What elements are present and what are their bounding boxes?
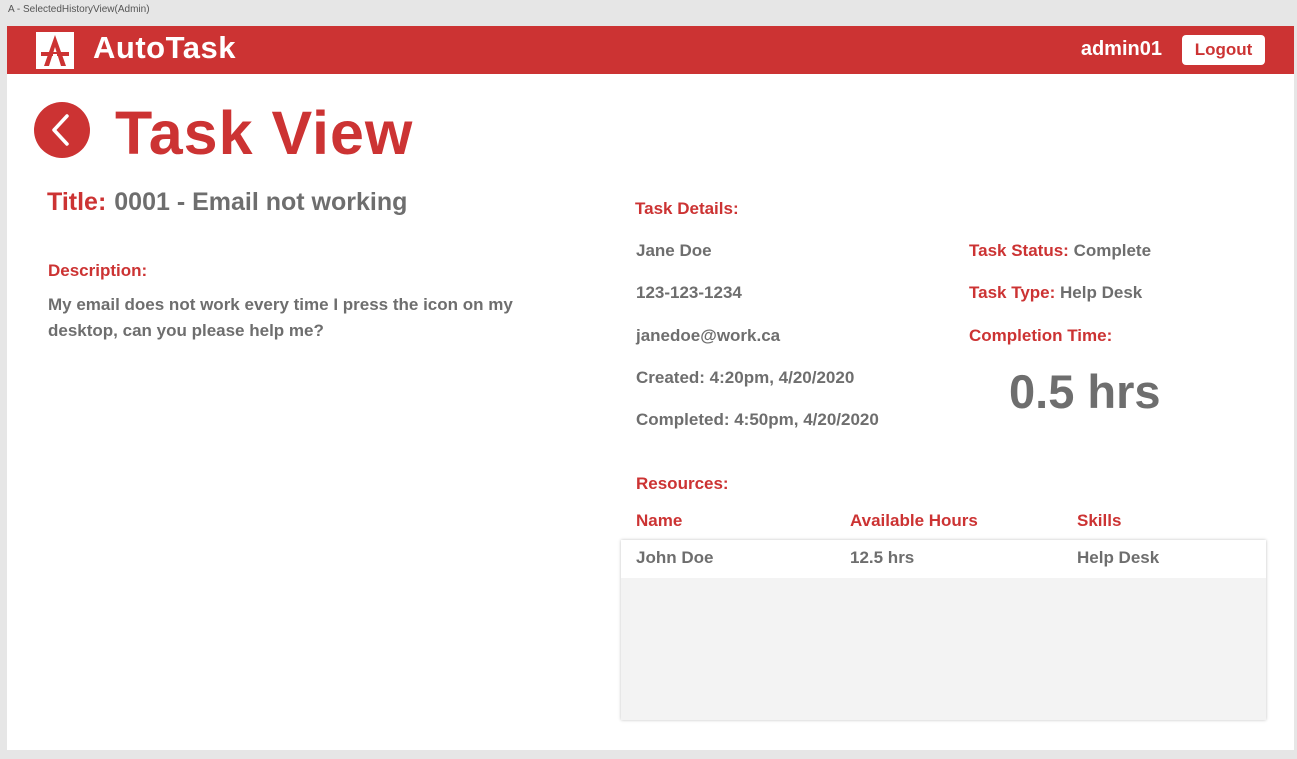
resources-label: Resources: xyxy=(636,474,729,493)
task-title-label: Title: xyxy=(47,188,107,216)
resource-hours-cell: 12.5 hrs xyxy=(850,548,915,567)
page-title: Task View xyxy=(115,99,414,167)
task-status: Task Status: Complete xyxy=(969,241,1151,261)
completion-time-label: Completion Time: xyxy=(969,326,1113,345)
column-header-name: Name xyxy=(636,511,683,530)
requester-name: Jane Doe xyxy=(636,241,712,260)
resources-table[interactable]: John Doe 12.5 hrs Help Desk xyxy=(621,540,1266,720)
requester-phone: 123-123-1234 xyxy=(636,283,742,302)
task-title: Title: 0001 - Email not working xyxy=(47,188,407,217)
column-header-skills: Skills xyxy=(1077,511,1122,530)
task-details-label: Task Details: xyxy=(635,199,739,218)
autotask-logo-icon xyxy=(36,32,74,69)
completed-time: Completed: 4:50pm, 4/20/2020 xyxy=(636,410,879,429)
app-window: AutoTask admin01 Logout Task View Title:… xyxy=(7,26,1294,750)
completion-time-value: 0.5 hrs xyxy=(1009,365,1161,418)
task-status-label: Task Status: xyxy=(969,241,1069,260)
window-caption: A - SelectedHistoryView(Admin) xyxy=(8,4,150,15)
resource-skills-cell: Help Desk xyxy=(1077,548,1160,567)
username: admin01 xyxy=(1080,38,1162,60)
created-time: Created: 4:20pm, 4/20/2020 xyxy=(636,368,855,387)
description-text: My email does not work every time I pres… xyxy=(48,295,513,340)
task-title-value: 0001 - Email not working xyxy=(114,188,408,216)
logout-button[interactable]: Logout xyxy=(1182,35,1265,65)
table-row[interactable]: John Doe 12.5 hrs Help Desk xyxy=(621,540,1266,578)
description-label: Description: xyxy=(48,261,148,280)
task-status-value: Complete xyxy=(1073,241,1152,260)
top-bar: AutoTask admin01 Logout xyxy=(7,26,1294,74)
task-type-label: Task Type: xyxy=(969,283,1056,302)
requester-email: janedoe@work.ca xyxy=(636,326,781,345)
resource-name-cell: John Doe xyxy=(636,548,714,567)
task-type-value: Help Desk xyxy=(1060,283,1143,302)
task-type: Task Type: Help Desk xyxy=(969,283,1142,303)
brand-name: AutoTask xyxy=(93,30,236,65)
column-header-available-hours: Available Hours xyxy=(850,511,978,530)
back-button[interactable] xyxy=(34,102,90,158)
